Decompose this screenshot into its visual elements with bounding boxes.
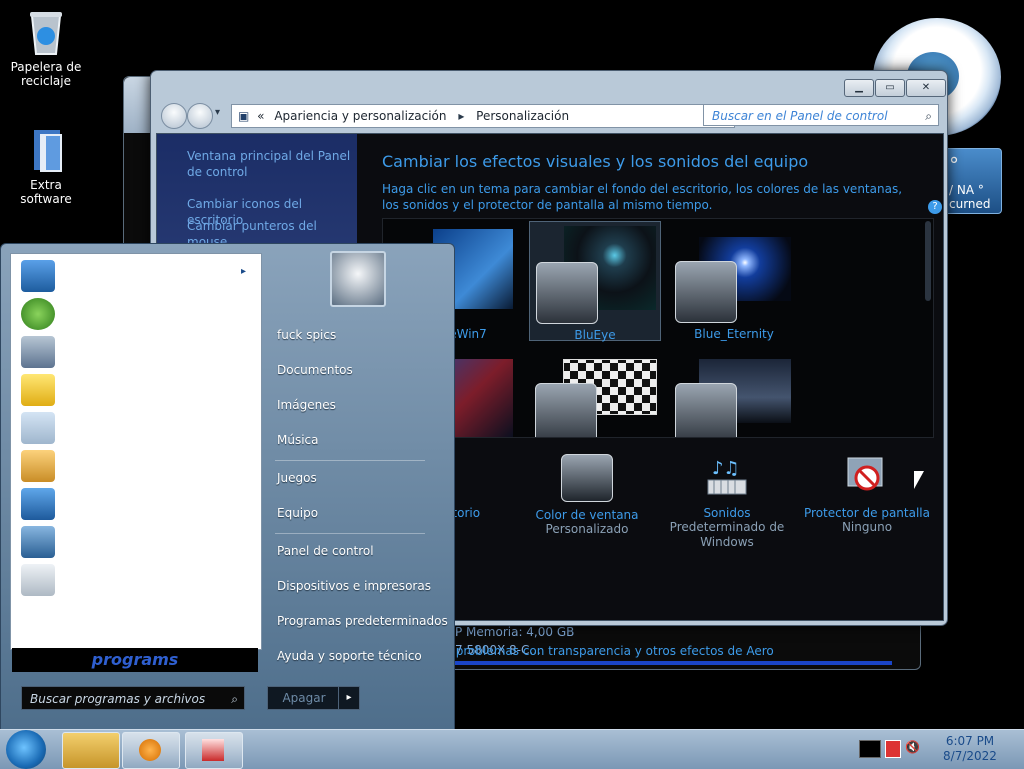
- remote-desktop-icon[interactable]: [21, 488, 55, 520]
- weather-na: / NA °: [949, 183, 984, 197]
- start-menu[interactable]: ▸ programs Buscar programas y archivos ⌕…: [0, 243, 455, 731]
- calculator-icon[interactable]: [21, 336, 55, 368]
- system-info-line: P Memoria: 4,00 GB: [455, 625, 575, 639]
- taskbar-clock[interactable]: 6:07 PM 8/7/2022: [938, 734, 1002, 764]
- notification-area: 🔇: [855, 736, 920, 760]
- aero-troubleshoot-link[interactable]: r problemas con transparencia y otros ef…: [447, 644, 774, 658]
- start-right-item-help[interactable]: Ayuda y soporte técnico: [277, 649, 422, 663]
- page-title: Cambiar los efectos visuales y los sonid…: [382, 152, 809, 171]
- start-right-item-user[interactable]: fuck spics: [277, 328, 336, 342]
- control-panel-icon: [202, 739, 224, 761]
- start-right-item-music[interactable]: Música: [277, 433, 319, 447]
- address-bar: ▾ ▣ « Apariencia y personalización ▸ Per…: [157, 101, 939, 129]
- customization-items: escritorio Color de ventana Personalizad…: [382, 454, 942, 564]
- start-right-item-default-programs[interactable]: Programas predeterminados: [277, 614, 448, 628]
- all-programs-button[interactable]: programs: [12, 648, 258, 672]
- recent-pages-icon[interactable]: ▾: [215, 107, 220, 118]
- folder-icon: [24, 126, 68, 174]
- title-bar[interactable]: ▁ ▭ ✕: [151, 71, 947, 99]
- window-color-item[interactable]: Color de ventana Personalizado: [517, 454, 657, 537]
- scrollbar[interactable]: [925, 221, 931, 301]
- search-icon: ⌕: [231, 692, 238, 706]
- theme-item[interactable]: Blue_Eternity: [669, 221, 799, 341]
- start-search-input[interactable]: Buscar programas y archivos ⌕: [21, 686, 245, 710]
- control-panel-taskbar-button[interactable]: [185, 732, 243, 769]
- taskbar: 🔇 6:07 PM 8/7/2022: [0, 729, 1024, 769]
- search-icon[interactable]: ⌕: [925, 105, 932, 127]
- start-menu-programs: ▸: [10, 253, 262, 650]
- theme-color-swatch: [675, 261, 737, 323]
- media-player-taskbar-button[interactable]: [122, 732, 180, 769]
- sounds-icon: ♪♫: [702, 454, 752, 500]
- weather-label: curned: [949, 197, 991, 211]
- magnifier-icon[interactable]: [21, 526, 55, 558]
- paint-icon[interactable]: [21, 450, 55, 482]
- desktop-icon-label: Extra software: [20, 178, 72, 206]
- start-right-item-pictures[interactable]: Imágenes: [277, 398, 336, 412]
- media-player-icon: [139, 739, 161, 761]
- sticky-notes-icon[interactable]: [21, 374, 55, 406]
- theme-name: BluEye: [574, 328, 616, 342]
- weather-gadget[interactable]: ° / NA ° curned: [940, 148, 1002, 214]
- windows-logo-icon[interactable]: [21, 298, 55, 330]
- separator: [275, 460, 425, 461]
- theme-list[interactable]: eWin7 BluEye Blue_Eternity: [382, 218, 934, 438]
- theme-name: Blue_Eternity: [694, 327, 774, 341]
- theme-color-swatch: [535, 383, 597, 437]
- explorer-taskbar-button[interactable]: [62, 732, 120, 769]
- help-icon[interactable]: ?: [928, 200, 942, 214]
- recycle-bin-icon: [24, 8, 68, 56]
- search-input[interactable]: Buscar en el Panel de control ⌕: [703, 104, 939, 126]
- shutdown-button[interactable]: Apagar: [267, 686, 341, 710]
- theme-item[interactable]: [529, 353, 659, 437]
- shutdown-options-button[interactable]: ▸: [338, 686, 360, 710]
- theme-color-swatch: [675, 383, 737, 437]
- forward-button[interactable]: [187, 103, 213, 129]
- start-right-item-computer[interactable]: Equipo: [277, 506, 318, 520]
- theme-color-swatch: [536, 262, 598, 324]
- program-item[interactable]: [21, 260, 55, 292]
- network-icon[interactable]: [885, 740, 901, 758]
- start-button[interactable]: [6, 730, 46, 769]
- start-right-item-documents[interactable]: Documentos: [277, 363, 353, 377]
- page-description: Haga clic en un tema para cambiar el fon…: [382, 182, 903, 212]
- close-button[interactable]: ✕: [906, 79, 946, 97]
- desktop-icon-recycle-bin[interactable]: Papelera de reciclaje: [6, 8, 86, 88]
- mouse-cursor: [914, 471, 924, 489]
- desktop-icon-label: Papelera de reciclaje: [10, 60, 82, 88]
- start-right-item-control-panel[interactable]: Panel de control: [277, 544, 374, 558]
- start-right-item-devices[interactable]: Dispositivos e impresoras: [277, 579, 431, 593]
- breadcrumb[interactable]: ▣ « Apariencia y personalización ▸ Perso…: [231, 104, 796, 128]
- maximize-button[interactable]: ▭: [875, 79, 905, 97]
- sounds-item[interactable]: ♪♫ Sonidos Predeterminado de Windows: [657, 454, 797, 550]
- theme-item-selected[interactable]: BluEye: [529, 221, 661, 342]
- snipping-tool-icon[interactable]: [21, 412, 55, 444]
- back-button[interactable]: [161, 103, 187, 129]
- screensaver-icon: [842, 454, 892, 500]
- minimize-button[interactable]: ▁: [844, 79, 874, 97]
- window-color-icon: [561, 454, 613, 502]
- breadcrumb-item[interactable]: Personalización: [476, 109, 569, 123]
- progress-bar: [455, 661, 892, 665]
- theme-item[interactable]: [669, 353, 799, 437]
- user-avatar[interactable]: [330, 251, 386, 307]
- start-right-item-games[interactable]: Juegos: [277, 471, 317, 485]
- weather-temp: °: [949, 153, 959, 177]
- solitaire-icon[interactable]: [21, 564, 55, 596]
- left-pane-link[interactable]: Ventana principal del Panel de control: [187, 148, 352, 180]
- breadcrumb-item[interactable]: Apariencia y personalización: [274, 109, 446, 123]
- screensaver-item[interactable]: Protector de pantalla Ninguno: [797, 454, 937, 535]
- separator: [275, 533, 425, 534]
- svg-text:♪♫: ♪♫: [712, 458, 740, 479]
- desktop-icon-extra-software[interactable]: Extra software: [6, 126, 86, 206]
- control-panel-icon: ▣: [238, 109, 250, 123]
- breadcrumb-separator: ▸: [458, 109, 465, 123]
- action-center-icon[interactable]: [859, 740, 881, 758]
- volume-muted-icon[interactable]: 🔇: [905, 740, 920, 756]
- submenu-arrow-icon[interactable]: ▸: [241, 266, 246, 277]
